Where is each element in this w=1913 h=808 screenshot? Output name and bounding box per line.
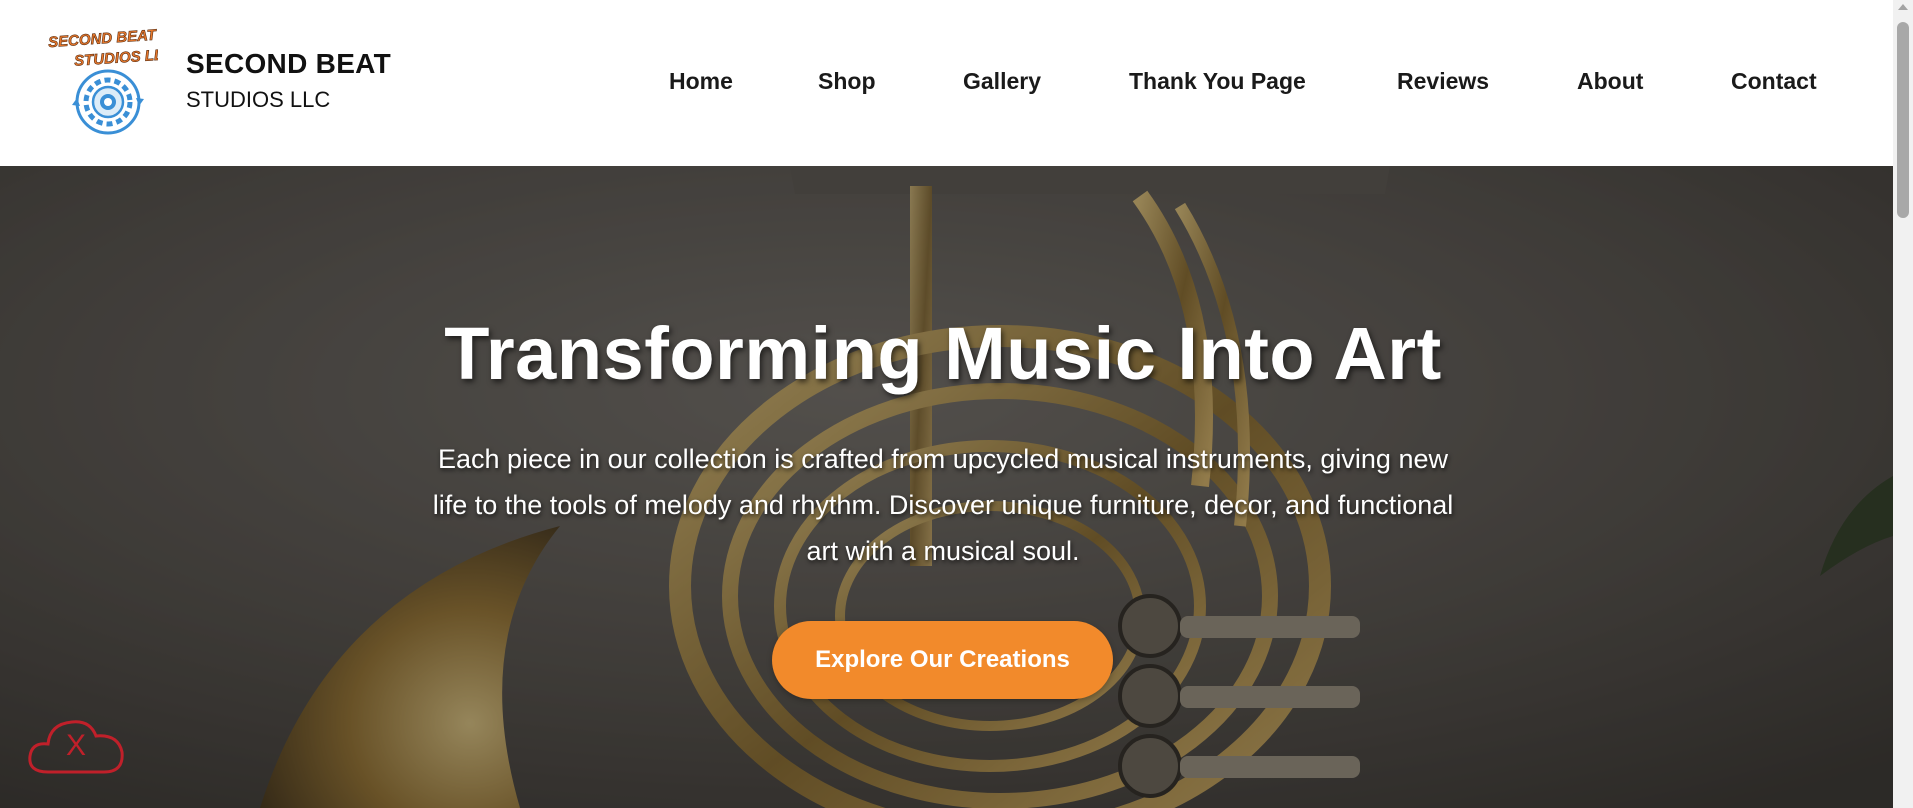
nav-gallery[interactable]: Gallery <box>963 66 1041 96</box>
scroll-up-arrow-icon[interactable] <box>1898 4 1908 10</box>
main-nav: Home Shop Gallery Thank You Page Reviews… <box>0 66 1893 96</box>
nav-about[interactable]: About <box>1577 66 1643 96</box>
hero-title: Transforming Music Into Art <box>444 312 1442 395</box>
hero-section: Transforming Music Into Art Each piece i… <box>0 166 1893 808</box>
scrollbar-thumb[interactable] <box>1897 22 1909 218</box>
page-scrollbar[interactable] <box>1893 0 1913 808</box>
nav-home[interactable]: Home <box>669 66 733 96</box>
nav-thank-you-page[interactable]: Thank You Page <box>1129 66 1306 96</box>
nav-contact[interactable]: Contact <box>1731 66 1817 96</box>
page: SECOND BEAT STUDIOS LLC SECOND BEAT STUD… <box>0 0 1893 808</box>
nav-reviews[interactable]: Reviews <box>1397 66 1489 96</box>
cloud-x-mark: X <box>65 729 86 762</box>
site-header: SECOND BEAT STUDIOS LLC SECOND BEAT STUD… <box>0 0 1893 166</box>
cloud-status-badge[interactable]: X <box>26 712 126 778</box>
explore-creations-button[interactable]: Explore Our Creations <box>772 621 1113 699</box>
hero-description: Each piece in our collection is crafted … <box>432 444 1454 566</box>
nav-shop[interactable]: Shop <box>818 66 876 96</box>
